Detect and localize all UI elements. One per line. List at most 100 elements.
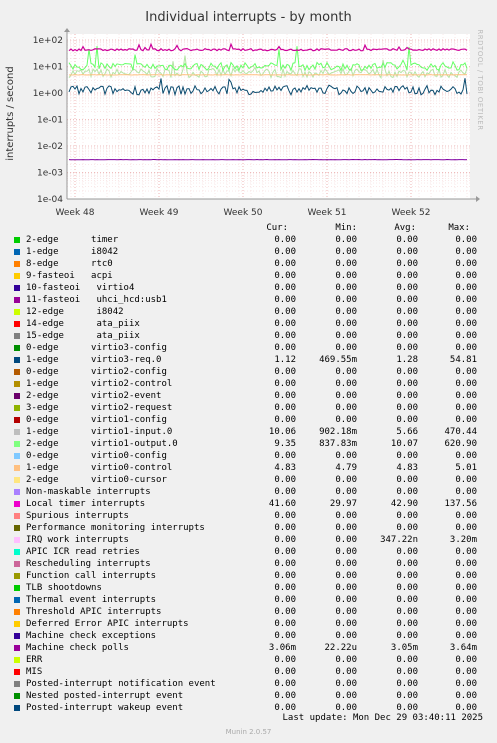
legend-max-value: 3.20m xyxy=(449,535,477,545)
legend-cur-value: 0.00 xyxy=(274,487,296,497)
x-tick-label: Week 50 xyxy=(224,208,263,218)
legend-cur-value: 0.00 xyxy=(274,547,296,557)
legend-swatch xyxy=(14,621,20,627)
legend-max-value: 0.00 xyxy=(455,619,477,629)
legend-max-value: 0.00 xyxy=(455,571,477,581)
legend-label: Nested posted-interrupt event xyxy=(26,691,184,701)
legend-label: 3-edge virtio2-request xyxy=(26,403,173,413)
legend-min-value: 0.00 xyxy=(335,511,357,521)
legend-cur-value: 0.00 xyxy=(274,655,296,665)
legend-max-value: 0.00 xyxy=(455,391,477,401)
munin-version: Munin 2.0.57 xyxy=(225,728,272,736)
legend-max-value: 3.64m xyxy=(449,643,477,653)
y-tick-label: 1e-04 xyxy=(37,195,63,205)
legend-label: Deferred Error APIC interrupts xyxy=(26,619,189,629)
legend-cur-value: 0.00 xyxy=(274,679,296,689)
legend-max-value: 0.00 xyxy=(455,475,477,485)
legend-min-value: 0.00 xyxy=(335,655,357,665)
legend-max-value: 54.81 xyxy=(449,355,477,365)
legend-swatch xyxy=(14,381,20,387)
legend-min-value: 0.00 xyxy=(335,247,357,257)
legend-swatch xyxy=(14,333,20,339)
legend-min-value: 0.00 xyxy=(335,307,357,317)
legend-min-value: 0.00 xyxy=(335,487,357,497)
legend-cur-value: 3.06m xyxy=(268,643,296,653)
legend-min-value: 29.97 xyxy=(329,499,357,509)
legend-swatch xyxy=(14,369,20,375)
legend-swatch xyxy=(14,501,20,507)
y-tick-label: 1e-03 xyxy=(37,169,63,179)
x-tick-label: Week 51 xyxy=(308,208,347,218)
legend-min-value: 0.00 xyxy=(335,631,357,641)
legend-min-value: 0.00 xyxy=(335,607,357,617)
legend-min-value: 0.00 xyxy=(335,415,357,425)
legend-swatch xyxy=(14,585,20,591)
legend-label: Machine check exceptions xyxy=(26,631,157,641)
legend-max-value: 0.00 xyxy=(455,655,477,665)
legend-min-value: 0.00 xyxy=(335,571,357,581)
legend-max-value: 0.00 xyxy=(455,607,477,617)
legend-max-value: 0.00 xyxy=(455,307,477,317)
legend-min-value: 0.00 xyxy=(335,331,357,341)
legend-min-value: 902.18m xyxy=(319,427,357,437)
legend-cur-value: 0.00 xyxy=(274,631,296,641)
legend-min-value: 0.00 xyxy=(335,259,357,269)
legend-swatch xyxy=(14,561,20,567)
legend-label: 8-edge rtc0 xyxy=(26,259,113,269)
legend-cur-value: 0.00 xyxy=(274,235,296,245)
legend-max-value: 0.00 xyxy=(455,415,477,425)
legend-cur-value: 0.00 xyxy=(274,343,296,353)
legend-min-value: 0.00 xyxy=(335,367,357,377)
legend-label: IRQ work interrupts xyxy=(26,535,129,545)
legend-cur-value: 0.00 xyxy=(274,511,296,521)
legend-max-value: 0.00 xyxy=(455,271,477,281)
legend-swatch xyxy=(14,405,20,411)
legend-max-value: 0.00 xyxy=(455,451,477,461)
legend-min-value: 0.00 xyxy=(335,583,357,593)
legend-cur-value: 9.35 xyxy=(274,439,296,449)
legend-swatch xyxy=(14,237,20,243)
legend-max-value: 0.00 xyxy=(455,331,477,341)
legend-max-value: 0.00 xyxy=(455,595,477,605)
legend-min-value: 0.00 xyxy=(335,403,357,413)
legend-cur-value: 0.00 xyxy=(274,607,296,617)
legend-label: Local timer interrupts xyxy=(26,499,146,509)
legend-min-value: 0.00 xyxy=(335,679,357,689)
legend-cur-value: 0.00 xyxy=(274,667,296,677)
legend-header-max: Max: xyxy=(448,223,470,233)
legend-label: TLB shootdowns xyxy=(26,583,102,593)
legend-max-value: 0.00 xyxy=(455,631,477,641)
legend-max-value: 0.00 xyxy=(455,559,477,569)
legend-cur-value: 0.00 xyxy=(274,259,296,269)
legend-swatch xyxy=(14,609,20,615)
legend-label: 1-edge virtio0-control xyxy=(26,463,173,473)
y-axis-arrow xyxy=(64,28,70,32)
legend-label: Spurious interrupts xyxy=(26,511,129,521)
legend-swatch xyxy=(14,657,20,663)
legend-cur-value: 0.00 xyxy=(274,295,296,305)
x-tick-label: Week 52 xyxy=(392,208,431,218)
legend-swatch xyxy=(14,525,20,531)
legend-cur-value: 0.00 xyxy=(274,523,296,533)
legend-min-value: 4.79 xyxy=(335,463,357,473)
legend-label: 0-edge virtio1-config xyxy=(26,415,167,425)
legend-label: 0-edge virtio2-config xyxy=(26,367,167,377)
legend-max-value: 0.00 xyxy=(455,691,477,701)
legend-min-value: 0.00 xyxy=(335,451,357,461)
legend-swatch xyxy=(14,633,20,639)
legend-min-value: 0.00 xyxy=(335,283,357,293)
legend-label: MIS xyxy=(26,667,43,677)
legend-max-value: 0.00 xyxy=(455,679,477,689)
x-tick-label: Week 49 xyxy=(140,208,179,218)
legend-swatch xyxy=(14,273,20,279)
legend-max-value: 0.00 xyxy=(455,295,477,305)
legend-swatch xyxy=(14,429,20,435)
legend-label: 11-fasteoi uhci_hcd:usb1 xyxy=(26,295,167,305)
y-tick-label: 1e-01 xyxy=(37,116,63,126)
legend-label: Threshold APIC interrupts xyxy=(26,607,162,617)
legend-label: 9-fasteoi acpi xyxy=(26,271,113,281)
legend-min-value: 0.00 xyxy=(335,667,357,677)
legend-min-value: 0.00 xyxy=(335,523,357,533)
legend-max-value: 0.00 xyxy=(455,283,477,293)
legend-cur-value: 0.00 xyxy=(274,271,296,281)
